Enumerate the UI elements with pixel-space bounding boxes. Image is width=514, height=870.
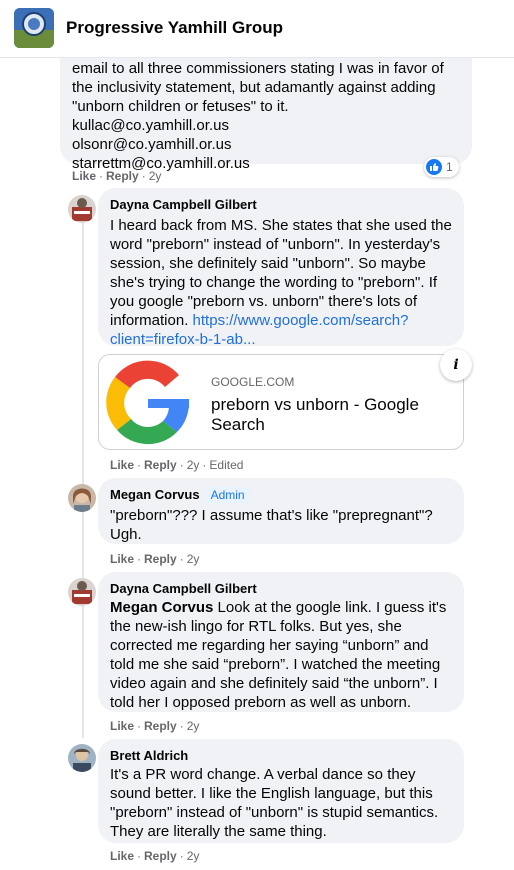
comment-text: email to all three commissioners stating… <box>72 60 444 172</box>
google-logo-icon <box>99 355 197 449</box>
link-title[interactable]: preborn vs unborn - Google Search <box>211 395 451 435</box>
comment-timestamp[interactable]: 2y <box>187 849 200 863</box>
group-title[interactable]: Progressive Yamhill Group <box>66 18 283 38</box>
like-reaction-icon <box>426 159 442 175</box>
comment-bubble: Dayna Campbell Gilbert I heard back from… <box>98 188 464 348</box>
reply-button[interactable]: Reply <box>106 169 139 183</box>
like-button[interactable]: Like <box>110 849 134 863</box>
comment-actions: Like · Reply · 2y <box>72 169 162 183</box>
link-preview-card[interactable]: GOOGLE.COM preborn vs unborn - Google Se… <box>98 354 464 450</box>
group-avatar[interactable] <box>14 8 54 48</box>
comment-bubble: email to all three commissioners stating… <box>60 40 472 172</box>
edited-label: Edited <box>209 458 244 472</box>
thread-line <box>82 218 84 738</box>
author-name[interactable]: Megan Corvus <box>110 487 200 502</box>
comment-text: "preborn"??? I assume that's like "prepr… <box>110 507 433 543</box>
like-button[interactable]: Like <box>110 458 134 472</box>
comment-timestamp[interactable]: 2y <box>187 719 200 733</box>
comment-bubble: Megan Corvus Admin "preborn"??? I assume … <box>98 478 464 544</box>
comment-actions: Like · Reply · 2y <box>110 552 200 566</box>
comment-author: Megan Corvus Admin <box>110 486 452 503</box>
avatar[interactable] <box>68 484 96 512</box>
info-icon[interactable]: i <box>440 349 472 381</box>
comment-actions: Like · Reply · 2y · Edited <box>110 458 244 472</box>
group-header: Progressive Yamhill Group <box>0 0 514 58</box>
reaction-badge[interactable]: 1 <box>424 157 459 177</box>
comment-timestamp[interactable]: 2y <box>187 458 200 472</box>
reply-button[interactable]: Reply <box>144 458 177 472</box>
avatar[interactable] <box>68 744 96 772</box>
comment-text: Megan Corvus Look at the google link. I … <box>110 599 447 711</box>
comment-author[interactable]: Dayna Campbell Gilbert <box>110 580 452 597</box>
link-domain: GOOGLE.COM <box>211 375 295 389</box>
comment-bubble: Brett Aldrich It's a PR word change. A v… <box>98 739 464 843</box>
comment-timestamp[interactable]: 2y <box>149 169 162 183</box>
comment-author[interactable]: Dayna Campbell Gilbert <box>110 196 452 213</box>
reaction-count: 1 <box>446 160 453 174</box>
reply-button[interactable]: Reply <box>144 552 177 566</box>
avatar[interactable] <box>68 578 96 606</box>
reply-button[interactable]: Reply <box>144 719 177 733</box>
comment-actions: Like · Reply · 2y <box>110 849 200 863</box>
comment-text: I heard back from MS. She states that sh… <box>110 217 452 348</box>
comment-timestamp[interactable]: 2y <box>187 552 200 566</box>
like-button[interactable]: Like <box>110 719 134 733</box>
admin-badge: Admin <box>205 487 250 503</box>
reply-button[interactable]: Reply <box>144 849 177 863</box>
avatar[interactable] <box>68 195 96 223</box>
like-button[interactable]: Like <box>110 552 134 566</box>
comment-text: It's a PR word change. A verbal dance so… <box>110 766 439 840</box>
comment-actions: Like · Reply · 2y <box>110 719 200 733</box>
like-button[interactable]: Like <box>72 169 96 183</box>
comment-author[interactable]: Brett Aldrich <box>110 747 452 764</box>
comment-bubble: Dayna Campbell Gilbert Megan Corvus Look… <box>98 572 464 712</box>
mention-link[interactable]: Megan Corvus <box>110 599 213 616</box>
